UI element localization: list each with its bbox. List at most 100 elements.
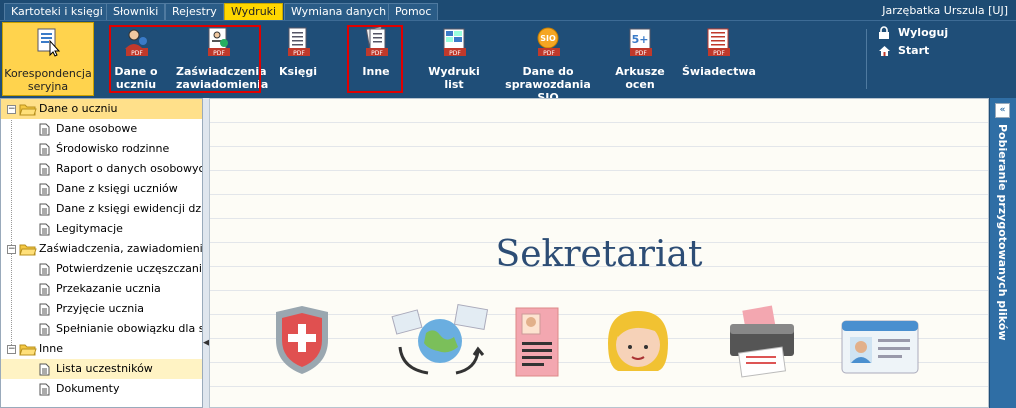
tree-item-label: Potwierdzenie uczęszczania do xyxy=(56,262,203,275)
korespondencja-seryjna-button[interactable]: Korespondencja seryjna xyxy=(2,22,94,96)
tree-item-label: Dane z księgi ewidencji dzieci xyxy=(56,202,203,215)
dane-o-uczniu-label: Dane o uczniu xyxy=(114,65,158,91)
document-icon xyxy=(39,123,50,136)
lock-icon xyxy=(879,26,889,39)
files-panel-label[interactable]: Pobieranie przygotowanych plików xyxy=(996,124,1009,341)
tree-item-label: Spełnianie obowiązku dla szkó xyxy=(56,322,202,335)
menu-tab-wymiana-danych[interactable]: Wymiana danych xyxy=(284,3,394,20)
tree-item-label: Dane z księgi uczniów xyxy=(56,182,178,195)
tree-item[interactable]: Lista uczestników xyxy=(1,359,202,379)
document-icon xyxy=(39,183,50,196)
document-icon xyxy=(39,283,50,296)
svg-text:PDF: PDF xyxy=(449,50,461,57)
student-girl-icon xyxy=(608,311,668,371)
svg-text:PDF: PDF xyxy=(293,50,305,57)
main-content: Sekretariat xyxy=(209,98,989,408)
tree-item[interactable]: Dane z księgi ewidencji dzieci xyxy=(1,199,203,219)
tree-group-label: Dane o uczniu xyxy=(39,102,118,115)
menu-tab-rejestry[interactable]: Rejestry xyxy=(165,3,224,20)
menu-bar: Kartoteki i księgi Słowniki Rejestry Wyd… xyxy=(0,0,1016,20)
tree-item[interactable]: Przekazanie ucznia xyxy=(1,279,202,299)
ksiegi-label: Księgi xyxy=(279,65,317,78)
document-icon xyxy=(39,303,50,316)
diploma-pdf-icon: PDF xyxy=(707,28,730,57)
collapse-panel-button[interactable]: « xyxy=(995,103,1010,118)
svg-text:PDF: PDF xyxy=(371,50,383,57)
session-links: Wyloguj Start xyxy=(878,25,948,61)
swiadectwa-button[interactable]: PDF Świadectwa xyxy=(682,23,756,95)
page-title: Sekretariat xyxy=(495,234,703,275)
wydruki-list-label: Wydruki list xyxy=(428,65,480,91)
documents-pdf-icon: PDF xyxy=(365,27,388,57)
collapse-toggle-icon[interactable]: − xyxy=(7,345,16,354)
id-card-icon xyxy=(841,320,919,374)
document-icon xyxy=(39,223,50,236)
globe-mail-icon xyxy=(391,303,489,375)
document-icon xyxy=(39,203,50,216)
menu-tab-wydruki[interactable]: Wydruki xyxy=(224,3,284,20)
tree-item-label: Przekazanie ucznia xyxy=(56,282,161,295)
tree-item[interactable]: Dane osobowe xyxy=(1,119,202,139)
list-pdf-icon: PDF xyxy=(443,28,466,57)
printer-icon xyxy=(730,305,794,378)
tree-item-label: Dokumenty xyxy=(56,382,120,395)
files-side-panel: « Pobieranie przygotowanych plików xyxy=(990,98,1016,408)
tree-item[interactable]: Dokumenty xyxy=(1,379,202,399)
document-icon xyxy=(39,383,50,396)
book-pdf-icon: PDF xyxy=(288,27,310,57)
mail-merge-icon xyxy=(37,28,61,57)
svg-text:PDF: PDF xyxy=(713,50,725,57)
id-document-icon xyxy=(515,307,559,377)
inne-label: Inne xyxy=(362,65,390,78)
arkusze-ocen-label: Arkusze ocen xyxy=(615,65,665,91)
certificate-pdf-icon: PDF xyxy=(208,27,230,57)
inne-button[interactable]: PDF Inne xyxy=(349,23,403,95)
dane-sio-button[interactable]: SIO PDF Dane do sprawozdania SIO xyxy=(498,23,598,104)
ribbon-separator xyxy=(866,29,867,89)
document-icon xyxy=(39,263,50,276)
arkusze-ocen-button[interactable]: 5+ PDF Arkusze ocen xyxy=(612,23,668,95)
shield-icon xyxy=(276,306,328,374)
tree-item[interactable]: Raport o danych osobowych xyxy=(1,159,202,179)
start-link[interactable]: Start xyxy=(878,43,948,61)
korespondencja-label: Korespondencja seryjna xyxy=(4,67,92,93)
tree-item-label: Przyjęcie ucznia xyxy=(56,302,144,315)
folder-open-icon xyxy=(19,344,37,356)
menu-tab-pomoc[interactable]: Pomoc xyxy=(388,3,439,20)
tree-item-label: Środowisko rodzinne xyxy=(56,142,170,155)
svg-text:PDF: PDF xyxy=(131,50,143,57)
collapse-toggle-icon[interactable]: − xyxy=(7,245,16,254)
ksiegi-button[interactable]: PDF Księgi xyxy=(272,23,324,95)
tree-item[interactable]: Dane z księgi uczniów xyxy=(1,179,202,199)
collapse-toggle-icon[interactable]: − xyxy=(7,105,16,114)
navigation-tree: − Dane o uczniu Dane osobowe Środowisko rod… xyxy=(0,98,203,408)
svg-text:PDF: PDF xyxy=(635,50,647,57)
tree-group[interactable]: − Inne xyxy=(1,339,202,359)
tree-item[interactable]: Potwierdzenie uczęszczania do xyxy=(1,259,203,279)
svg-text:SIO: SIO xyxy=(540,34,556,43)
wydruki-list-button[interactable]: PDF Wydruki list xyxy=(420,23,488,95)
tree-group[interactable]: − Dane o uczniu xyxy=(1,99,202,119)
start-label: Start xyxy=(898,44,930,57)
tree-group[interactable]: − Zaświadczenia, zawiadomienia xyxy=(1,239,203,259)
tree-group-label: Inne xyxy=(39,342,63,355)
tree-item[interactable]: Przyjęcie ucznia xyxy=(1,299,202,319)
tree-item[interactable]: Środowisko rodzinne xyxy=(1,139,202,159)
logout-label: Wyloguj xyxy=(898,26,949,39)
tree-item-label: Legitymacje xyxy=(56,222,123,235)
ribbon-toolbar: Korespondencja seryjna PDF Dane o uczniu… xyxy=(0,20,1016,104)
tree-item-label: Dane osobowe xyxy=(56,122,138,135)
tree-item[interactable]: Legitymacje xyxy=(1,219,202,239)
document-icon xyxy=(39,143,50,156)
zaswiadczenia-label: Zaświadczenia zawiadomienia xyxy=(176,65,269,91)
dane-o-uczniu-button[interactable]: PDF Dane o uczniu xyxy=(108,23,164,95)
home-icon xyxy=(879,46,890,56)
logout-link[interactable]: Wyloguj xyxy=(878,25,948,43)
tree-group-label: Zaświadczenia, zawiadomienia xyxy=(39,242,203,255)
tree-item[interactable]: Spełnianie obowiązku dla szkó xyxy=(1,319,202,339)
sio-pdf-icon: SIO PDF xyxy=(537,27,560,57)
menu-tab-kartoteki[interactable]: Kartoteki i księgi xyxy=(4,3,110,20)
svg-text:PDF: PDF xyxy=(213,50,225,57)
zaswiadczenia-button[interactable]: PDF Zaświadczenia zawiadomienia xyxy=(176,23,269,95)
menu-tab-slowniki[interactable]: Słowniki xyxy=(106,3,166,20)
